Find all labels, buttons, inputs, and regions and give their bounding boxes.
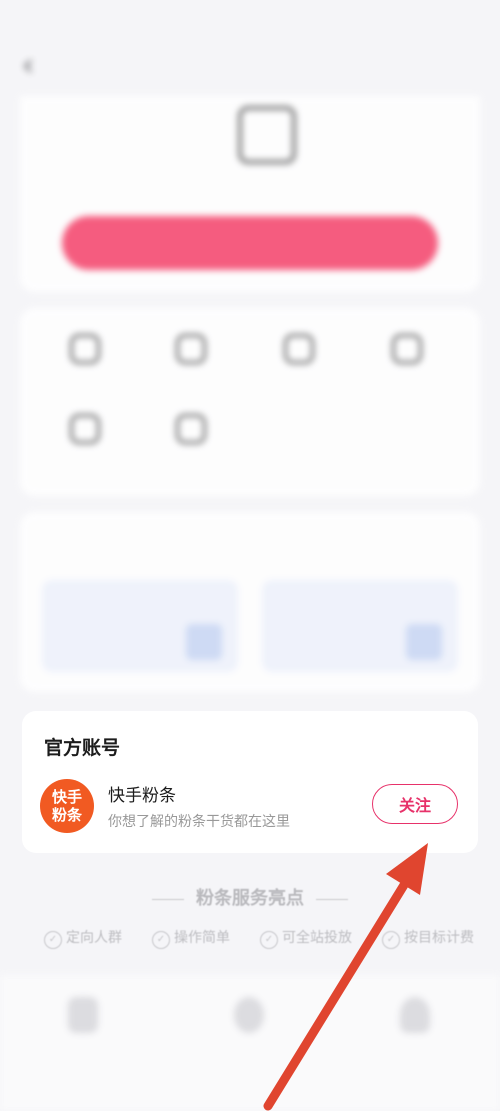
avatar-text-line2: 粉条 bbox=[51, 806, 82, 824]
tool-icon bbox=[392, 334, 422, 364]
grid-item-2[interactable] bbox=[146, 334, 236, 374]
official-account-title: 官方账号 bbox=[44, 738, 121, 759]
tab-profile-icon[interactable] bbox=[400, 997, 430, 1033]
avatar-text-line1: 快手 bbox=[51, 788, 82, 806]
highlights-title: 粉条服务亮点 bbox=[196, 888, 304, 909]
back-icon[interactable]: ‹ bbox=[22, 48, 34, 83]
tools-grid bbox=[20, 308, 480, 496]
promo-icon bbox=[186, 624, 222, 660]
avatar[interactable]: 快手 粉条 bbox=[40, 779, 94, 833]
follow-button[interactable]: 关注 bbox=[372, 784, 458, 824]
grid-item-1[interactable] bbox=[40, 334, 130, 374]
document-icon bbox=[238, 106, 296, 164]
feature-item: 操作简单 bbox=[152, 927, 230, 949]
tool-icon bbox=[176, 334, 206, 364]
feature-item: 定向人群 bbox=[44, 927, 122, 949]
promo-tile-2[interactable] bbox=[262, 580, 458, 672]
feature-list: 定向人群 操作简单 可全站投放 按目标计费 bbox=[44, 927, 474, 949]
grid-item-5[interactable] bbox=[40, 414, 130, 454]
divider bbox=[152, 898, 184, 900]
promo-icon bbox=[406, 624, 442, 660]
tool-icon bbox=[70, 414, 100, 444]
promo-card bbox=[20, 512, 480, 692]
account-name[interactable]: 快手粉条 bbox=[108, 781, 176, 806]
divider bbox=[316, 898, 348, 900]
tab-bar bbox=[0, 975, 500, 1111]
nav-bar: ‹ bbox=[0, 38, 500, 92]
feature-item: 按目标计费 bbox=[382, 927, 474, 949]
grid-item-4[interactable] bbox=[362, 334, 452, 374]
status-bar bbox=[0, 0, 500, 36]
promo-tile-1[interactable] bbox=[42, 580, 238, 672]
tab-center-icon[interactable] bbox=[234, 997, 264, 1033]
feature-item: 可全站投放 bbox=[260, 927, 352, 949]
official-account-card: 官方账号 快手 粉条 快手粉条 你想了解的粉条干货都在这里 关注 bbox=[22, 711, 478, 853]
tool-icon bbox=[176, 414, 206, 444]
grid-item-6[interactable] bbox=[146, 414, 236, 454]
highlights-heading: 粉条服务亮点 bbox=[0, 884, 500, 910]
tab-home-icon[interactable] bbox=[68, 997, 98, 1033]
tool-icon bbox=[70, 334, 100, 364]
grid-item-3[interactable] bbox=[254, 334, 344, 374]
account-description: 你想了解的粉条干货都在这里 bbox=[108, 814, 290, 830]
hero-button[interactable] bbox=[62, 216, 438, 270]
tool-icon bbox=[284, 334, 314, 364]
